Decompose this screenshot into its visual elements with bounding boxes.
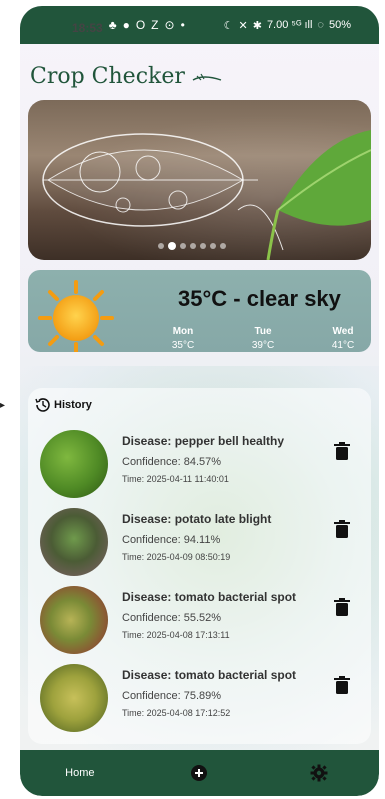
status-time: 18:53 [72,21,103,35]
day-temp: 35°C [171,340,195,351]
timestamp: Time: 2025-04-09 08:50:19 [122,552,231,562]
moon-icon: ☾ [223,19,234,32]
history-item[interactable]: Disease: tomato bacterial spot Confidenc… [40,586,360,658]
forecast-day: Wed 41°C ☁ [313,326,371,352]
notification-icon: O [135,18,146,32]
nav-home[interactable]: Home [30,767,130,779]
battery-icon: ◌ [317,19,324,31]
disease-name: Disease: tomato bacterial spot [122,590,297,604]
leaf-thumbnail [40,508,108,576]
carousel-dot[interactable] [210,243,216,249]
carousel-dots [158,242,226,250]
bottom-nav: Home [20,750,379,796]
trash-icon[interactable] [334,520,350,538]
carousel-dot[interactable] [158,243,164,249]
forecast-days: Mon 35°C ☀ Tue 39°C ☀ Wed 41°C ☁ [153,326,371,352]
carousel-dot-active[interactable] [168,242,176,250]
leaf-thumbnail [40,664,108,732]
trash-icon[interactable] [334,442,350,460]
confidence-value: Confidence: 55.52% [122,612,222,624]
notification-icon: ● [122,18,130,32]
carousel-dot[interactable] [220,243,226,249]
status-bar: 18:53 ♣ ● O Z ⊙ • ☾ ✕ ✱ 7.00 ⁵ᴳ ıll ◌ 50… [20,6,379,44]
carousel-dot[interactable] [200,243,206,249]
status-left: 18:53 ♣ ● O Z ⊙ • [72,15,185,35]
weather-card: 35°C - clear sky Mon 35°C ☀ Tue 39°C ☀ W… [28,270,371,352]
nav-home-label: Home [65,767,95,779]
disease-name: Disease: pepper bell healthy [122,434,285,448]
network-text: 7.00 ⁵ᴳ ıll [266,19,313,31]
disease-name: Disease: tomato bacterial spot [122,668,297,682]
timestamp: Time: 2025-04-08 17:13:11 [122,630,230,640]
phone-screen: 18:53 ♣ ● O Z ⊙ • ☾ ✕ ✱ 7.00 ⁵ᴳ ıll ◌ 50… [20,6,379,796]
day-name: Tue [254,326,272,337]
history-item[interactable]: Disease: pepper bell healthy Confidence:… [40,430,360,502]
history-panel: History Disease: pepper bell healthy Con… [28,388,371,744]
history-item[interactable]: Disease: potato late blight Confidence: … [40,508,360,580]
leaf-thumbnail [40,430,108,498]
carousel-dot[interactable] [190,243,196,249]
forecast-day: Tue 39°C ☀ [233,326,293,352]
notification-icon: ⊙ [164,18,175,32]
history-icon [35,398,50,412]
confidence-value: Confidence: 75.89% [122,690,222,702]
leaf-icon [192,73,222,81]
history-title: History [54,399,92,411]
confidence-value: Confidence: 84.57% [122,456,222,468]
sun-icon [38,280,114,352]
hero-image [42,130,371,260]
weather-headline: 35°C - clear sky [178,286,341,311]
gear-icon[interactable] [310,764,328,782]
trash-icon[interactable] [334,598,350,616]
trash-icon[interactable] [334,676,350,694]
plus-circle-icon[interactable] [190,764,208,782]
carousel-dot[interactable] [180,243,186,249]
battery-percent: 50% [328,19,351,31]
side-arrow-icon: ▸ [0,400,6,411]
timestamp: Time: 2025-04-08 17:12:52 [122,708,231,718]
nav-add[interactable] [149,764,249,782]
day-name: Wed [332,326,354,337]
nav-settings[interactable] [269,764,369,782]
history-item-info: Disease: potato late blight Confidence: … [122,512,271,562]
status-right: ☾ ✕ ✱ 7.00 ⁵ᴳ ıll ◌ 50% [224,19,351,32]
notification-icon: • [180,18,185,32]
bluetooth-icon: ✱ [252,19,262,32]
timestamp: Time: 2025-04-11 11:40:01 [122,474,229,484]
history-item[interactable]: Disease: tomato bacterial spot Confidenc… [40,664,360,736]
app-title: Crop Checker [30,64,223,89]
history-header: History [34,396,92,414]
day-temp: 39°C [251,340,275,351]
day-name: Mon [172,326,194,337]
history-item-info: Disease: tomato bacterial spot Confidenc… [122,668,296,718]
history-item-info: Disease: pepper bell healthy Confidence:… [122,434,284,484]
notification-icon: ♣ [108,18,117,32]
history-item-info: Disease: tomato bacterial spot Confidenc… [122,590,296,640]
forecast-day: Mon 35°C ☀ [153,326,213,352]
disease-name: Disease: potato late blight [122,512,272,526]
confidence-value: Confidence: 94.11% [122,534,221,546]
hero-carousel[interactable] [28,100,371,260]
day-temp: 41°C [331,340,355,351]
leaf-thumbnail [40,586,108,654]
notification-icon: Z [151,18,159,32]
mute-icon: ✕ [238,19,248,32]
app-title-text: Crop Checker [30,64,185,89]
